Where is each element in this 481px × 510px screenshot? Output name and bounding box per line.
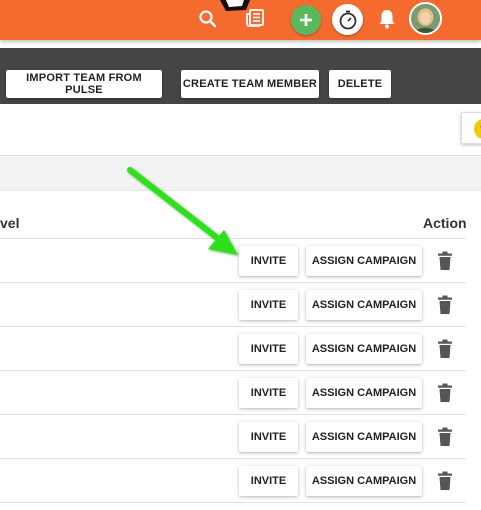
assign-campaign-button[interactable]: ASSIGN CAMPAIGN xyxy=(306,246,422,276)
trash-icon[interactable] xyxy=(437,251,453,271)
table-row: INVITE ASSIGN CAMPAIGN xyxy=(0,371,466,415)
assign-campaign-button[interactable]: ASSIGN CAMPAIGN xyxy=(306,334,422,364)
assign-campaign-button[interactable]: ASSIGN CAMPAIGN xyxy=(306,290,422,320)
table-row: INVITE ASSIGN CAMPAIGN xyxy=(0,283,466,327)
table-header: vel Action xyxy=(0,191,467,239)
team-members-table: vel Action INVITE ASSIGN CAMPAIGN INVITE AS… xyxy=(0,191,467,503)
filter-area xyxy=(0,104,481,156)
import-team-button[interactable]: IMPORT TEAM FROM PULSE xyxy=(6,70,162,98)
delete-button[interactable]: DELETE xyxy=(329,70,391,98)
table-row: INVITE ASSIGN CAMPAIGN xyxy=(0,459,466,503)
newspaper-icon[interactable] xyxy=(245,8,265,28)
column-header-action: Action xyxy=(423,215,467,231)
assign-campaign-button[interactable]: ASSIGN CAMPAIGN xyxy=(306,378,422,408)
invite-button[interactable]: INVITE xyxy=(239,378,298,408)
invite-button[interactable]: INVITE xyxy=(239,334,298,364)
invite-button[interactable]: INVITE xyxy=(239,290,298,320)
assign-campaign-button[interactable]: ASSIGN CAMPAIGN xyxy=(306,422,422,452)
assign-campaign-button[interactable]: ASSIGN CAMPAIGN xyxy=(306,466,422,496)
table-row: INVITE ASSIGN CAMPAIGN xyxy=(0,415,466,459)
avatar[interactable] xyxy=(409,2,442,35)
column-header-level: vel xyxy=(0,215,20,231)
table-toolbar-strip xyxy=(0,157,481,191)
trash-icon[interactable] xyxy=(437,383,453,403)
trash-icon[interactable] xyxy=(437,471,453,491)
help-icon: ? xyxy=(474,119,481,139)
invite-button[interactable]: INVITE xyxy=(239,466,298,496)
trash-icon[interactable] xyxy=(437,427,453,447)
invite-button[interactable]: INVITE xyxy=(239,246,298,276)
add-icon[interactable] xyxy=(291,5,321,35)
bell-icon[interactable] xyxy=(376,8,398,30)
action-toolbar: IMPORT TEAM FROM PULSE CREATE TEAM MEMBE… xyxy=(0,48,481,104)
create-team-member-button[interactable]: CREATE TEAM MEMBER xyxy=(181,70,319,98)
table-row: INVITE ASSIGN CAMPAIGN xyxy=(0,239,466,283)
help-button[interactable]: ? xyxy=(461,112,481,144)
top-app-bar xyxy=(0,0,481,40)
table-row: INVITE ASSIGN CAMPAIGN xyxy=(0,327,466,371)
trash-icon[interactable] xyxy=(437,295,453,315)
invite-button[interactable]: INVITE xyxy=(239,422,298,452)
trash-icon[interactable] xyxy=(437,339,453,359)
timer-icon[interactable] xyxy=(332,4,363,35)
search-icon[interactable] xyxy=(198,9,218,29)
